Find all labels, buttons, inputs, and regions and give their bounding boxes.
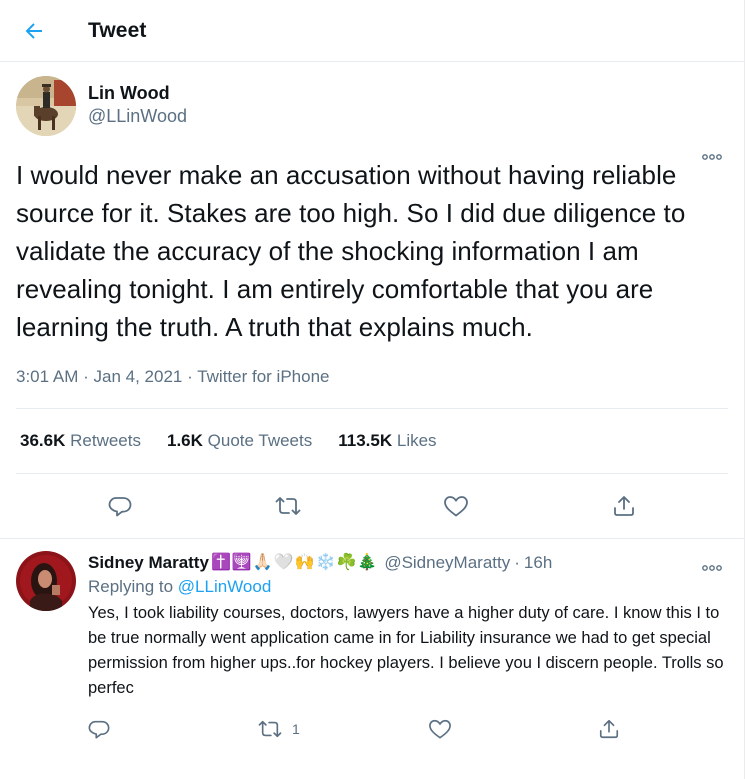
avatar[interactable] [16,551,76,611]
reply-share-button[interactable] [598,718,747,740]
tweet-stats: 36.6K Retweets 1.6K Quote Tweets 113.5K … [16,409,728,473]
reply-author-name[interactable]: Sidney Maratty [88,551,209,575]
tweet-time[interactable]: 3:01 AM [16,367,78,386]
page-header: Tweet [0,0,744,62]
main-tweet: Lin Wood @LLinWood I would never make an… [0,62,744,538]
reply-more-options-button[interactable] [702,559,722,577]
more-options-button[interactable] [702,148,722,166]
reply-header: Sidney Maratty ✝️🕎🙏🏻🤍🙌❄️☘️🎄 @SidneyMarat… [88,551,747,575]
avatar-image [16,551,76,611]
like-button[interactable] [436,486,476,526]
reply-reply-button[interactable] [88,718,258,740]
tweet-text: I would never make an accusation without… [16,160,686,342]
author-names: Lin Wood @LLinWood [88,76,187,128]
retweet-button[interactable] [268,486,308,526]
back-button[interactable] [4,0,64,62]
reply-retweet-count: 1 [292,721,300,737]
author-handle[interactable]: @LLinWood [88,104,187,128]
reply-retweet-button[interactable]: 1 [258,718,428,740]
reply-button[interactable] [100,486,140,526]
reply-icon [108,497,132,517]
reply-author-handle[interactable]: @SidneyMaratty [384,551,510,575]
replying-to-prefix: Replying to [88,577,174,596]
tweet-page: Tweet Lin Wood @LLinWood I would never m… [0,0,745,779]
author-name[interactable]: Lin Wood [88,82,187,104]
share-icon [599,719,619,739]
quote-tweets-count: 1.6K [166,431,203,450]
meta-separator: · [83,367,89,386]
tweet-meta: 3:01 AM · Jan 4, 2021 · Twitter for iPho… [16,366,728,388]
likes-stat[interactable]: 113.5K Likes [338,431,436,451]
retweet-icon [258,720,282,738]
replying-to-link[interactable]: @LLinWood [178,577,272,596]
arrow-left-icon [25,22,42,39]
reply-actions: 1 [88,707,747,751]
reply-like-button[interactable] [428,718,598,740]
tweet-source[interactable]: Twitter for iPhone [197,367,329,386]
reply-author-emojis: ✝️🕎🙏🏻🤍🙌❄️☘️🎄 [210,554,379,571]
more-horizontal-icon [702,154,722,160]
author-row: Lin Wood @LLinWood [16,62,728,136]
replying-to: Replying to @LLinWood [88,575,747,599]
likes-count: 113.5K [338,431,393,450]
retweets-stat[interactable]: 36.6K Retweets [20,431,141,451]
meta-separator: · [514,553,520,572]
reply-text: Yes, I took liability courses, doctors, … [88,604,724,697]
reply-icon [88,720,110,739]
tweet-actions [16,474,728,538]
reply-body: Sidney Maratty ✝️🕎🙏🏻🤍🙌❄️☘️🎄 @SidneyMarat… [88,551,747,751]
likes-label: Likes [396,431,437,450]
meta-separator: · [187,367,193,386]
retweet-icon [275,497,301,515]
heart-icon [429,719,451,739]
retweets-count: 36.6K [20,431,66,450]
page-title: Tweet [88,18,147,42]
reply-tweet[interactable]: Sidney Maratty ✝️🕎🙏🏻🤍🙌❄️☘️🎄 @SidneyMarat… [0,538,744,751]
quote-tweets-label: Quote Tweets [207,431,313,450]
avatar-image [16,76,76,136]
tweet-date[interactable]: Jan 4, 2021 [94,367,183,386]
reply-time[interactable]: 16h [524,551,552,575]
retweets-label: Retweets [70,431,141,450]
avatar[interactable] [16,76,76,136]
quote-tweets-stat[interactable]: 1.6K Quote Tweets [167,431,312,451]
more-horizontal-icon [702,565,722,571]
heart-icon [444,496,468,517]
share-button[interactable] [604,486,644,526]
share-icon [614,496,634,516]
